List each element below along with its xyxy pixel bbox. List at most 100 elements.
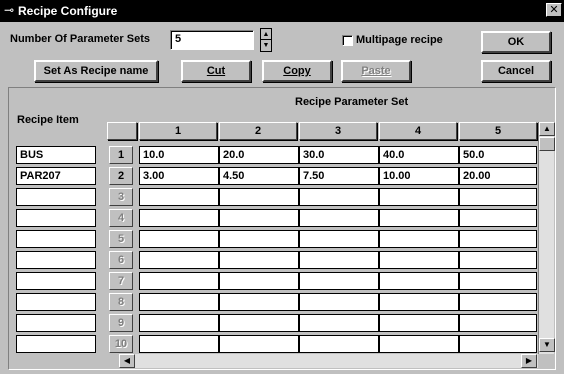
param-value-cell[interactable] bbox=[299, 230, 379, 248]
param-value-cell[interactable] bbox=[379, 188, 459, 206]
recipe-item-cell[interactable] bbox=[16, 188, 96, 206]
recipe-item-cell[interactable]: BUS bbox=[16, 146, 96, 164]
row-number-button[interactable]: 7 bbox=[109, 272, 133, 290]
param-value-cell[interactable] bbox=[219, 293, 299, 311]
row-number-button[interactable]: 9 bbox=[109, 314, 133, 332]
param-value-cell[interactable]: 3.00 bbox=[139, 167, 219, 185]
param-value-cell[interactable]: 7.50 bbox=[299, 167, 379, 185]
param-value-cell[interactable] bbox=[139, 209, 219, 227]
param-value-cell[interactable]: 40.0 bbox=[379, 146, 459, 164]
multipage-checkbox[interactable] bbox=[342, 35, 353, 46]
row-number-button[interactable]: 4 bbox=[109, 209, 133, 227]
param-value-cell[interactable] bbox=[299, 209, 379, 227]
column-header-1[interactable]: 1 bbox=[139, 122, 217, 140]
param-value-cell[interactable] bbox=[379, 209, 459, 227]
recipe-item-cell[interactable]: PAR207 bbox=[16, 167, 96, 185]
param-value-cell[interactable] bbox=[219, 272, 299, 290]
param-value-cell[interactable] bbox=[299, 314, 379, 332]
recipe-item-cell[interactable] bbox=[16, 251, 96, 269]
param-value-cell[interactable] bbox=[459, 335, 537, 353]
row-number-button[interactable]: 10 bbox=[109, 335, 133, 353]
recipe-configure-window: ⊸ Recipe Configure ✕ Number Of Parameter… bbox=[0, 0, 564, 374]
param-value-cell[interactable] bbox=[139, 251, 219, 269]
set-as-recipe-name-button[interactable]: Set As Recipe name bbox=[34, 60, 158, 82]
scroll-down-icon[interactable]: ▼ bbox=[539, 338, 555, 352]
ok-button[interactable]: OK bbox=[481, 31, 551, 53]
spin-down-icon[interactable]: ▼ bbox=[261, 40, 271, 51]
column-header-2[interactable]: 2 bbox=[219, 122, 297, 140]
spin-up-icon[interactable]: ▲ bbox=[261, 29, 271, 40]
param-value-cell[interactable] bbox=[459, 293, 537, 311]
param-value-cell[interactable] bbox=[379, 272, 459, 290]
param-value-cell[interactable] bbox=[219, 314, 299, 332]
param-value-cell[interactable]: 50.0 bbox=[459, 146, 537, 164]
recipe-item-cell[interactable] bbox=[16, 230, 96, 248]
scroll-up-icon[interactable]: ▲ bbox=[539, 122, 555, 136]
row-number-button[interactable]: 2 bbox=[109, 167, 133, 185]
param-value-cell[interactable] bbox=[219, 230, 299, 248]
param-value-cell[interactable] bbox=[459, 209, 537, 227]
recipe-item-cell[interactable] bbox=[16, 209, 96, 227]
param-value-cell[interactable] bbox=[219, 335, 299, 353]
param-value-cell[interactable] bbox=[299, 293, 379, 311]
param-value-cell[interactable] bbox=[379, 230, 459, 248]
param-value-cell[interactable]: 20.00 bbox=[459, 167, 537, 185]
paste-button[interactable]: Paste bbox=[341, 60, 411, 82]
param-value-cell[interactable]: 10.0 bbox=[139, 146, 219, 164]
param-value-cell[interactable] bbox=[379, 314, 459, 332]
scroll-left-icon[interactable]: ◀ bbox=[119, 354, 135, 368]
row-number-button[interactable]: 6 bbox=[109, 251, 133, 269]
cancel-button[interactable]: Cancel bbox=[481, 60, 551, 82]
row-number-button[interactable]: 8 bbox=[109, 293, 133, 311]
copy-button[interactable]: Copy bbox=[262, 60, 332, 82]
column-header-5[interactable]: 5 bbox=[459, 122, 537, 140]
param-value-cell[interactable] bbox=[139, 314, 219, 332]
column-header-3[interactable]: 3 bbox=[299, 122, 377, 140]
num-param-sets-label: Number Of Parameter Sets bbox=[10, 33, 150, 45]
param-value-cell[interactable] bbox=[139, 335, 219, 353]
recipe-item-cell[interactable] bbox=[16, 272, 96, 290]
horizontal-scrollbar[interactable]: ◀ ▶ bbox=[119, 354, 538, 368]
param-value-cell[interactable] bbox=[219, 188, 299, 206]
row-number-button[interactable]: 3 bbox=[109, 188, 133, 206]
recipe-item-cell[interactable] bbox=[16, 293, 96, 311]
param-value-cell[interactable] bbox=[379, 293, 459, 311]
recipe-item-cell[interactable] bbox=[16, 314, 96, 332]
param-value-cell[interactable] bbox=[299, 188, 379, 206]
param-value-cell[interactable] bbox=[219, 251, 299, 269]
cut-button[interactable]: Cut bbox=[181, 60, 251, 82]
param-value-cell[interactable]: 10.00 bbox=[379, 167, 459, 185]
param-value-cell[interactable] bbox=[299, 251, 379, 269]
param-value-cell[interactable] bbox=[459, 272, 537, 290]
row-number-button[interactable]: 5 bbox=[109, 230, 133, 248]
multipage-label[interactable]: Multipage recipe bbox=[356, 34, 443, 46]
vertical-scrollbar[interactable]: ▲ ▼ bbox=[538, 122, 555, 354]
param-value-cell[interactable] bbox=[139, 188, 219, 206]
window-menu-icon[interactable]: ⊸ bbox=[4, 3, 14, 17]
param-value-cell[interactable]: 4.50 bbox=[219, 167, 299, 185]
close-button[interactable]: ✕ bbox=[546, 3, 562, 17]
param-value-cell[interactable] bbox=[459, 230, 537, 248]
recipe-item-cell[interactable] bbox=[16, 335, 96, 353]
param-value-cell[interactable] bbox=[219, 209, 299, 227]
param-value-cell[interactable] bbox=[379, 335, 459, 353]
param-value-cell[interactable] bbox=[139, 272, 219, 290]
column-header-4[interactable]: 4 bbox=[379, 122, 457, 140]
param-value-cell[interactable]: 20.0 bbox=[219, 146, 299, 164]
param-value-cell[interactable] bbox=[139, 293, 219, 311]
num-param-sets-spinner[interactable]: ▲ ▼ bbox=[260, 28, 272, 52]
param-value-cell[interactable]: 30.0 bbox=[299, 146, 379, 164]
row-number-button[interactable]: 1 bbox=[109, 146, 133, 164]
num-param-sets-input[interactable]: 5 bbox=[170, 30, 254, 50]
close-icon: ✕ bbox=[549, 4, 559, 16]
param-value-cell[interactable] bbox=[459, 188, 537, 206]
vertical-scroll-thumb[interactable] bbox=[539, 137, 555, 151]
scroll-right-icon[interactable]: ▶ bbox=[521, 354, 537, 368]
param-value-cell[interactable] bbox=[299, 272, 379, 290]
param-value-cell[interactable] bbox=[139, 230, 219, 248]
param-value-cell[interactable] bbox=[379, 251, 459, 269]
param-value-cell[interactable] bbox=[459, 251, 537, 269]
title-bar[interactable]: ⊸ Recipe Configure ✕ bbox=[0, 0, 564, 22]
param-value-cell[interactable] bbox=[299, 335, 379, 353]
param-value-cell[interactable] bbox=[459, 314, 537, 332]
